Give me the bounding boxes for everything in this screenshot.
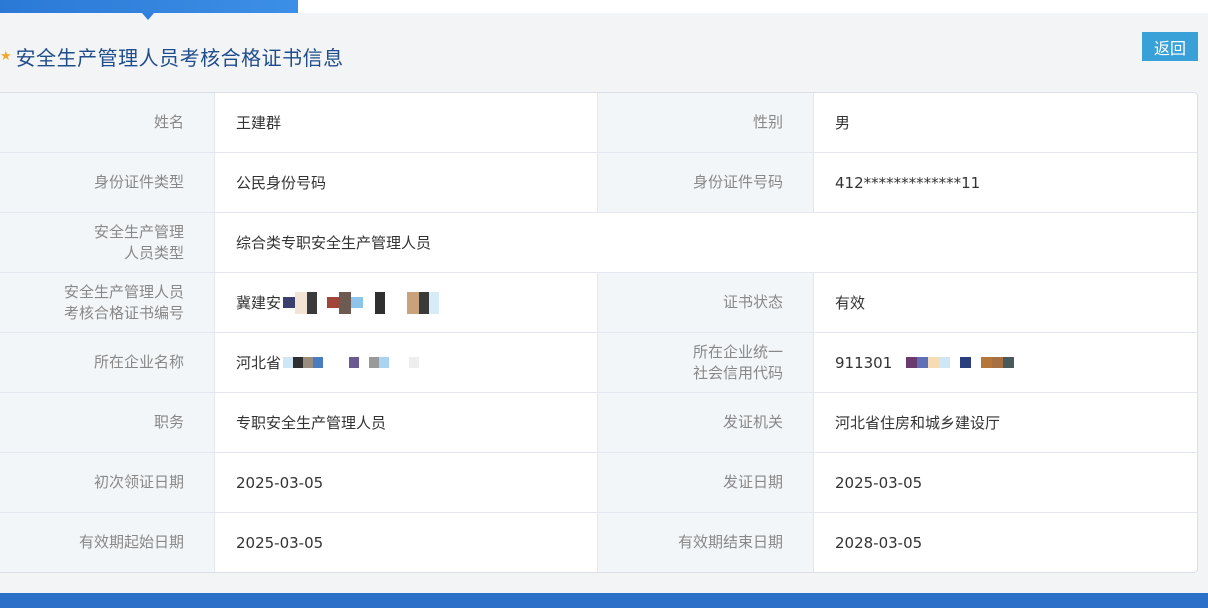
- id-number-value: 412*************11: [835, 173, 981, 192]
- table-row: 有效期起始日期 2025-03-05 有效期结束日期 2028-03-05: [0, 513, 1197, 572]
- issuer-value: 河北省住房和城乡建设厅: [835, 414, 1001, 432]
- gender-label: 性别: [598, 93, 814, 152]
- table-row: 安全生产管理 人员类型 综合类专职安全生产管理人员: [0, 213, 1197, 273]
- staff-type-label: 安全生产管理 人员类型: [0, 213, 215, 272]
- page-title: 安全生产管理人员考核合格证书信息: [15, 45, 344, 70]
- valid-from-value: 2025-03-05: [215, 513, 598, 572]
- table-row: 所在企业名称 河北省 所在企业统一 社会信用代码 911301: [0, 333, 1197, 393]
- valid-from-label: 有效期起始日期: [0, 513, 215, 572]
- cert-status-label: 证书状态: [598, 273, 814, 332]
- cert-number-label: 安全生产管理人员 考核合格证书编号: [0, 273, 215, 332]
- table-row: 身份证件类型 公民身份号码 身份证件号码 412*************11: [0, 153, 1197, 213]
- star-icon: ★: [0, 48, 12, 64]
- table-row: 职务 专职安全生产管理人员 发证机关 河北省住房和城乡建设厅: [0, 393, 1197, 453]
- staff-type-label-line1: 安全生产管理: [93, 222, 184, 241]
- staff-type-label-line2: 人员类型: [123, 243, 184, 262]
- first-issue-date-label: 初次领证日期: [0, 453, 215, 512]
- certificate-info-table: 姓名 王建群 性别 男 身份证件类型 公民身份号码 身份证件号码 412****…: [0, 92, 1198, 573]
- issue-date-value: 2025-03-05: [835, 473, 923, 492]
- cert-number-value: 冀建安: [236, 294, 282, 312]
- valid-to-label: 有效期结束日期: [598, 513, 814, 572]
- redacted-mosaic: [283, 291, 440, 314]
- issuer-label: 发证机关: [598, 393, 814, 452]
- footer-bar: [0, 593, 1208, 608]
- credit-code-cell: 911301: [814, 333, 1197, 392]
- credit-code-label-line1: 所在企业统一: [692, 342, 783, 361]
- back-button[interactable]: 返回: [1142, 32, 1198, 61]
- cert-number-label-line1: 安全生产管理人员: [63, 282, 184, 301]
- position-value: 专职安全生产管理人员: [215, 393, 598, 452]
- cert-number-cell: 冀建安: [215, 273, 598, 332]
- id-number-label: 身份证件号码: [598, 153, 814, 212]
- staff-type-value: 综合类专职安全生产管理人员: [236, 234, 432, 252]
- id-type-label: 身份证件类型: [0, 153, 215, 212]
- table-row: 安全生产管理人员 考核合格证书编号 冀建安 证书状态 有效: [0, 273, 1197, 333]
- valid-to-value: 2028-03-05: [835, 533, 923, 552]
- company-label: 所在企业名称: [0, 333, 215, 392]
- credit-code-label: 所在企业统一 社会信用代码: [598, 333, 814, 392]
- company-value: 河北省: [236, 354, 282, 372]
- redacted-mosaic: [283, 352, 420, 374]
- tab-caret-icon: [142, 13, 154, 20]
- position-label: 职务: [0, 393, 215, 452]
- redacted-mosaic: [906, 352, 1015, 374]
- active-tab[interactable]: [0, 0, 298, 13]
- cert-status-value: 有效: [835, 294, 866, 312]
- name-value: 王建群: [215, 93, 598, 152]
- first-issue-date-value: 2025-03-05: [215, 453, 598, 512]
- table-row: 初次领证日期 2025-03-05 发证日期 2025-03-05: [0, 453, 1197, 513]
- issue-date-label: 发证日期: [598, 453, 814, 512]
- company-cell: 河北省: [215, 333, 598, 392]
- id-type-value: 公民身份号码: [215, 153, 598, 212]
- cert-number-label-line2: 考核合格证书编号: [63, 303, 184, 322]
- page-header: ★ 安全生产管理人员考核合格证书信息: [0, 40, 344, 72]
- name-label: 姓名: [0, 93, 215, 152]
- table-row: 姓名 王建群 性别 男: [0, 93, 1197, 153]
- credit-code-label-line2: 社会信用代码: [692, 363, 783, 382]
- gender-value: 男: [835, 114, 851, 132]
- credit-code-value: 911301: [835, 353, 893, 372]
